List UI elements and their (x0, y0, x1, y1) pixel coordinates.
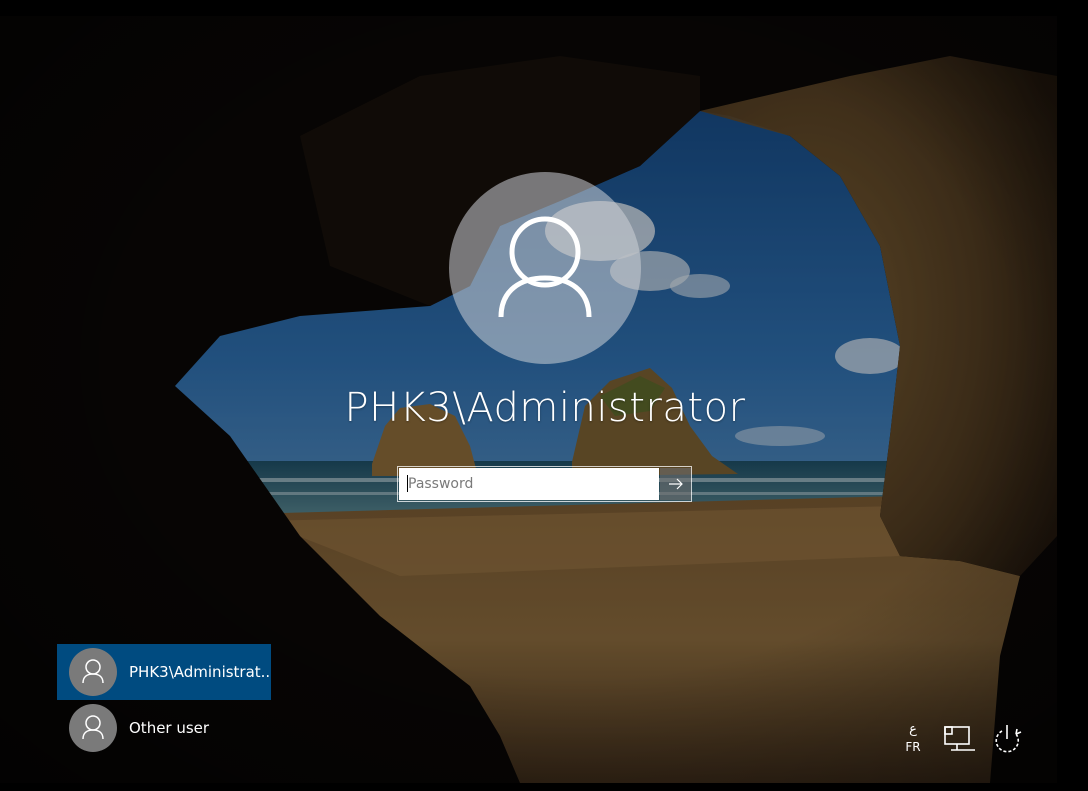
network-icon (944, 726, 975, 751)
user-list: PHK3\Administrat... Other user (57, 644, 271, 756)
user-tile-label: Other user (129, 719, 210, 737)
power-button[interactable] (990, 722, 1024, 756)
password-input[interactable] (399, 468, 659, 500)
lock-screen: PHK3\Administrator PHK3\Administrat... O… (0, 0, 1088, 791)
input-language-button[interactable]: ع FR (896, 722, 930, 756)
language-script: ع (909, 722, 917, 737)
user-tile-other-user[interactable]: Other user (57, 700, 271, 756)
submit-button[interactable] (660, 468, 691, 500)
password-field-group (397, 466, 692, 502)
avatar (69, 704, 117, 752)
user-icon (82, 715, 104, 740)
user-avatar-large (449, 172, 641, 364)
user-icon (82, 659, 104, 684)
power-icon (995, 725, 1022, 753)
user-tile-administrator[interactable]: PHK3\Administrat... (57, 644, 271, 700)
arrow-right-icon (668, 478, 683, 490)
network-button[interactable] (942, 722, 976, 756)
language-code: FR (905, 740, 921, 754)
user-icon (498, 216, 592, 318)
username-heading: PHK3\Administrator (344, 385, 746, 431)
text-caret (407, 475, 408, 492)
user-tile-label: PHK3\Administrat... (129, 663, 269, 681)
avatar (69, 648, 117, 696)
